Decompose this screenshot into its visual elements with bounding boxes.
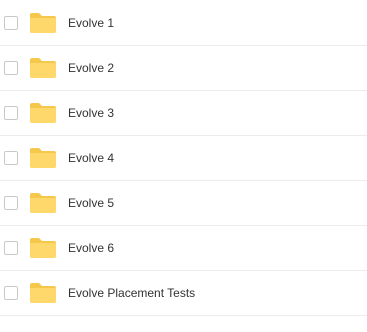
- list-item[interactable]: Evolve 1: [0, 0, 367, 46]
- row-checkbox[interactable]: [4, 286, 18, 300]
- folder-name[interactable]: Evolve 3: [68, 106, 114, 120]
- list-item[interactable]: Evolve Placement Tests: [0, 271, 367, 316]
- folder-name[interactable]: Evolve 4: [68, 151, 114, 165]
- list-item[interactable]: Evolve 4: [0, 136, 367, 181]
- file-list: Evolve 1 Evolve 2 Evolve 3 Evolve 4 Evol…: [0, 0, 367, 316]
- folder-name[interactable]: Evolve 1: [68, 16, 114, 30]
- folder-name[interactable]: Evolve 2: [68, 61, 114, 75]
- row-checkbox[interactable]: [4, 151, 18, 165]
- folder-icon: [29, 237, 57, 259]
- row-checkbox[interactable]: [4, 196, 18, 210]
- folder-icon: [29, 57, 57, 79]
- folder-name[interactable]: Evolve 6: [68, 241, 114, 255]
- list-item[interactable]: Evolve 3: [0, 91, 367, 136]
- folder-icon: [29, 102, 57, 124]
- list-item[interactable]: Evolve 2: [0, 46, 367, 91]
- list-item[interactable]: Evolve 6: [0, 226, 367, 271]
- row-checkbox[interactable]: [4, 106, 18, 120]
- row-checkbox[interactable]: [4, 61, 18, 75]
- folder-icon: [29, 192, 57, 214]
- row-checkbox[interactable]: [4, 15, 18, 30]
- list-item[interactable]: Evolve 5: [0, 181, 367, 226]
- folder-name[interactable]: Evolve Placement Tests: [68, 286, 195, 300]
- row-checkbox[interactable]: [4, 241, 18, 255]
- folder-icon: [29, 147, 57, 169]
- folder-icon: [29, 282, 57, 304]
- folder-icon: [29, 12, 57, 34]
- folder-name[interactable]: Evolve 5: [68, 196, 114, 210]
